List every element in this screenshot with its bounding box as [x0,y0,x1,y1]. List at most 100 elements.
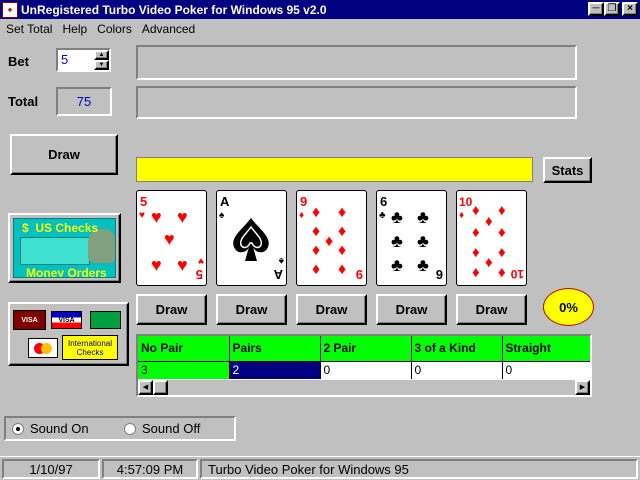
minimize-button[interactable]: ─ [588,2,604,16]
ad-line-2: Money Orders [26,266,107,278]
status-date: 1/10/97 [2,459,100,479]
card-1[interactable]: 5 ♥ ♥ ♥ ♥ ♥ ♥ 5 ♥ [136,190,207,286]
five-of-hearts-icon: 5 ♥ ♥ ♥ ♥ ♥ ♥ 5 ♥ [139,194,204,282]
draw-card-2-button[interactable]: Draw [216,294,287,325]
menu-bar: Set Total Help Colors Advanced [0,19,640,38]
svg-text:♣: ♣ [417,231,429,251]
checks-ad-button[interactable]: $ US Checks Money Orders [8,213,121,283]
svg-text:♣: ♣ [379,210,386,221]
scroll-right-icon[interactable]: ▶ [575,380,590,395]
draw-card-4-button[interactable]: Draw [376,294,447,325]
sound-off-label: Sound Off [142,421,201,436]
svg-text:♥: ♥ [151,207,162,227]
sound-on-radio[interactable]: Sound On [12,421,89,436]
draw-card-5-button[interactable]: Draw [456,294,527,325]
draw-card-1-button[interactable]: Draw [136,294,207,325]
svg-text:A: A [220,194,230,209]
status-bar: 1/10/97 4:57:09 PM Turbo Video Poker for… [0,456,640,480]
status-app-name: Turbo Video Poker for Windows 95 [200,459,638,479]
app-icon: ♠ [2,1,18,18]
card-2[interactable]: A ♠ A ♠ [216,190,287,286]
window-title: UnRegistered Turbo Video Poker for Windo… [21,2,327,17]
checks-ad-image: $ US Checks Money Orders [13,218,116,278]
svg-text:♦: ♦ [312,204,320,221]
value-no-pair[interactable]: 3 [138,361,230,379]
payment-methods-panel[interactable]: VISA VISA International Checks [8,302,129,366]
six-of-clubs-icon: 6 ♣ ♣ ♣ ♣ ♣ ♣ ♣ 6 [379,194,443,282]
paytable-value-row: 3 2 0 0 0 [138,361,590,379]
status-time: 4:57:09 PM [102,459,198,479]
bet-label: Bet [8,54,29,69]
scroll-thumb[interactable] [153,380,168,395]
svg-text:♦: ♦ [338,242,346,259]
paytable-table: No Pair Pairs 2 Pair 3 of a Kind Straigh… [138,336,590,379]
svg-text:♣: ♣ [391,255,403,275]
svg-text:♥: ♥ [177,207,188,227]
menu-advanced[interactable]: Advanced [136,22,199,36]
svg-text:♦: ♦ [312,261,320,278]
total-info-panel [136,86,577,119]
total-label: Total [8,94,39,109]
svg-text:♦: ♦ [312,223,320,240]
visa-card-2: VISA [51,311,82,329]
draw-card-3-button[interactable]: Draw [296,294,367,325]
radio-selected-icon[interactable] [12,422,24,435]
card-3[interactable]: 9 ♦ ♦ ♦ ♦ ♦ ♦ ♦ ♦ ♦ ♦ 9 [296,190,367,286]
svg-text:♥: ♥ [139,210,145,221]
svg-text:♥: ♥ [164,229,175,249]
svg-text:♦: ♦ [485,213,493,230]
header-pairs[interactable]: Pairs [229,336,321,362]
header-three-of-a-kind[interactable]: 3 of a Kind [411,336,503,362]
paytable-grid[interactable]: No Pair Pairs 2 Pair 3 of a Kind Straigh… [136,334,592,397]
svg-text:10: 10 [510,267,524,281]
svg-text:♦: ♦ [498,202,506,219]
value-three-of-a-kind[interactable]: 0 [411,361,503,379]
intl-line-2: Checks [76,348,104,357]
svg-text:♦: ♦ [485,254,493,271]
header-straight[interactable]: Straight [502,336,590,362]
menu-colors[interactable]: Colors [91,22,136,36]
card-4[interactable]: 6 ♣ ♣ ♣ ♣ ♣ ♣ ♣ 6 [376,190,447,286]
svg-text:♣: ♣ [417,207,429,227]
spin-down-button[interactable]: ▼ [94,60,109,70]
total-value: 75 [56,87,112,116]
svg-text:9: 9 [356,267,363,282]
value-pairs[interactable]: 2 [229,361,321,379]
bet-spinner[interactable]: 5 ▲ ▼ [56,48,111,72]
stats-button[interactable]: Stats [543,157,592,183]
value-two-pair[interactable]: 0 [320,361,412,379]
sound-off-radio[interactable]: Sound Off [124,421,200,436]
horizontal-scrollbar[interactable]: ◀ ▶ [138,380,590,395]
ace-of-spades-icon: A ♠ A ♠ [219,194,284,282]
bet-info-panel [136,45,577,80]
svg-text:6: 6 [380,194,387,209]
close-button[interactable]: × [622,2,638,16]
card-5[interactable]: 10 ♦ ♦ ♦ ♦ ♦ ♦ ♦ ♦ ♦ ♦ ♦ 10 [456,190,527,286]
svg-text:♥: ♥ [151,255,162,275]
nine-of-diamonds-icon: 9 ♦ ♦ ♦ ♦ ♦ ♦ ♦ ♦ ♦ ♦ 9 [299,194,363,282]
value-straight[interactable]: 0 [502,361,590,379]
spin-up-button[interactable]: ▲ [94,50,109,60]
svg-text:♦: ♦ [472,244,480,261]
svg-text:♦: ♦ [338,261,346,278]
svg-text:10: 10 [459,195,473,209]
svg-text:♦: ♦ [299,210,304,221]
sound-on-label: Sound On [30,421,89,436]
draw-main-button[interactable]: Draw [10,134,118,175]
svg-text:♥: ♥ [198,255,204,266]
svg-text:♦: ♦ [325,233,333,250]
menu-set-total[interactable]: Set Total [0,22,56,36]
svg-text:♥: ♥ [177,255,188,275]
scroll-left-icon[interactable]: ◀ [138,380,153,395]
menu-help[interactable]: Help [56,22,91,36]
header-no-pair[interactable]: No Pair [138,336,230,362]
check-graphic [20,237,90,265]
maximize-button[interactable]: ❐ [604,2,620,16]
svg-text:♦: ♦ [498,244,506,261]
message-bar [136,157,533,182]
ad-line-1: $ US Checks [22,221,99,235]
radio-unselected-icon[interactable] [124,422,136,435]
header-two-pair[interactable]: 2 Pair [320,336,412,362]
odds-badge: 0% [543,288,594,326]
svg-text:6: 6 [436,267,443,282]
